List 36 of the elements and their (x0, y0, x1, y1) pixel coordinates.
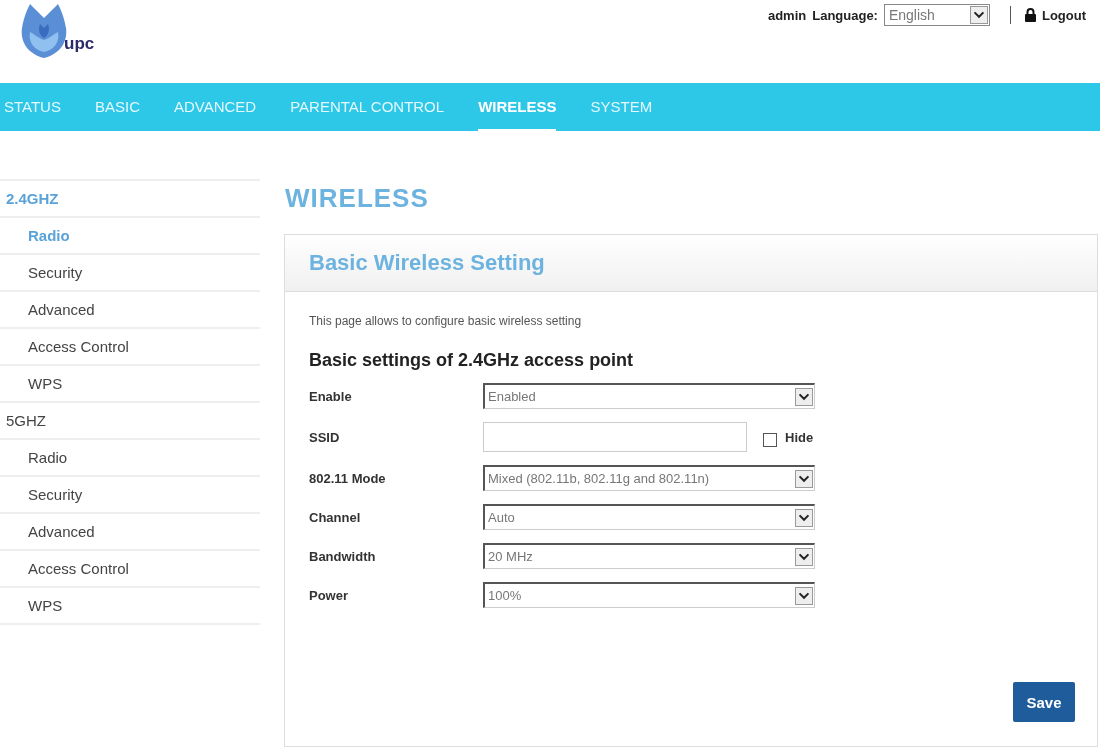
field-label: Channel (309, 509, 362, 525)
field-label: Enable (309, 388, 353, 404)
sidebar-item[interactable]: Access Control (0, 327, 260, 364)
sidebar-item[interactable]: Access Control (0, 549, 260, 586)
language-select[interactable]: English (883, 4, 990, 26)
language-label: Language: (812, 7, 878, 23)
logo-text: upc (64, 34, 95, 54)
select-field[interactable]: Mixed (802.11b, 802.11g and 802.11n) (483, 465, 815, 491)
checkbox-label: Hide (785, 429, 814, 445)
sidebar-item[interactable]: Radio (0, 438, 260, 475)
sidebar-item[interactable]: Advanced (0, 512, 260, 549)
sidebar-group[interactable]: 5GHZ (0, 401, 260, 438)
checkbox[interactable] (763, 433, 777, 447)
username: admin (767, 7, 807, 23)
select-field[interactable]: Enabled (483, 383, 815, 409)
sidebar-item[interactable]: WPS (0, 364, 260, 401)
sidebar-item[interactable]: Security (0, 475, 260, 512)
input-field[interactable] (483, 422, 747, 452)
select-field[interactable]: Auto (483, 504, 815, 530)
logout-link[interactable]: Logout (1024, 7, 1086, 23)
select-field[interactable]: 100% (483, 582, 815, 608)
sidebar-item[interactable]: Security (0, 253, 260, 290)
sidebar-item[interactable]: Advanced (0, 290, 260, 327)
page-title: WIRELESS (285, 183, 430, 214)
lock-icon (1024, 8, 1036, 22)
sidebar-group[interactable]: 2.4GHZ (0, 179, 260, 216)
sidebar-item[interactable]: Radio (0, 216, 260, 253)
field-label: Power (309, 587, 349, 603)
select-field[interactable]: 20 MHz (483, 543, 815, 569)
field-label: Bandwidth (309, 548, 377, 564)
field-label: SSID (309, 429, 341, 445)
sidebar-item[interactable]: WPS (0, 586, 260, 623)
description: This page allows to configure basic wireless setting (309, 314, 583, 328)
section-title: Basic settings of 2.4GHz access point (309, 350, 635, 371)
field-label: 802.11 Mode (309, 470, 387, 486)
save-button[interactable]: Save (1013, 682, 1075, 722)
